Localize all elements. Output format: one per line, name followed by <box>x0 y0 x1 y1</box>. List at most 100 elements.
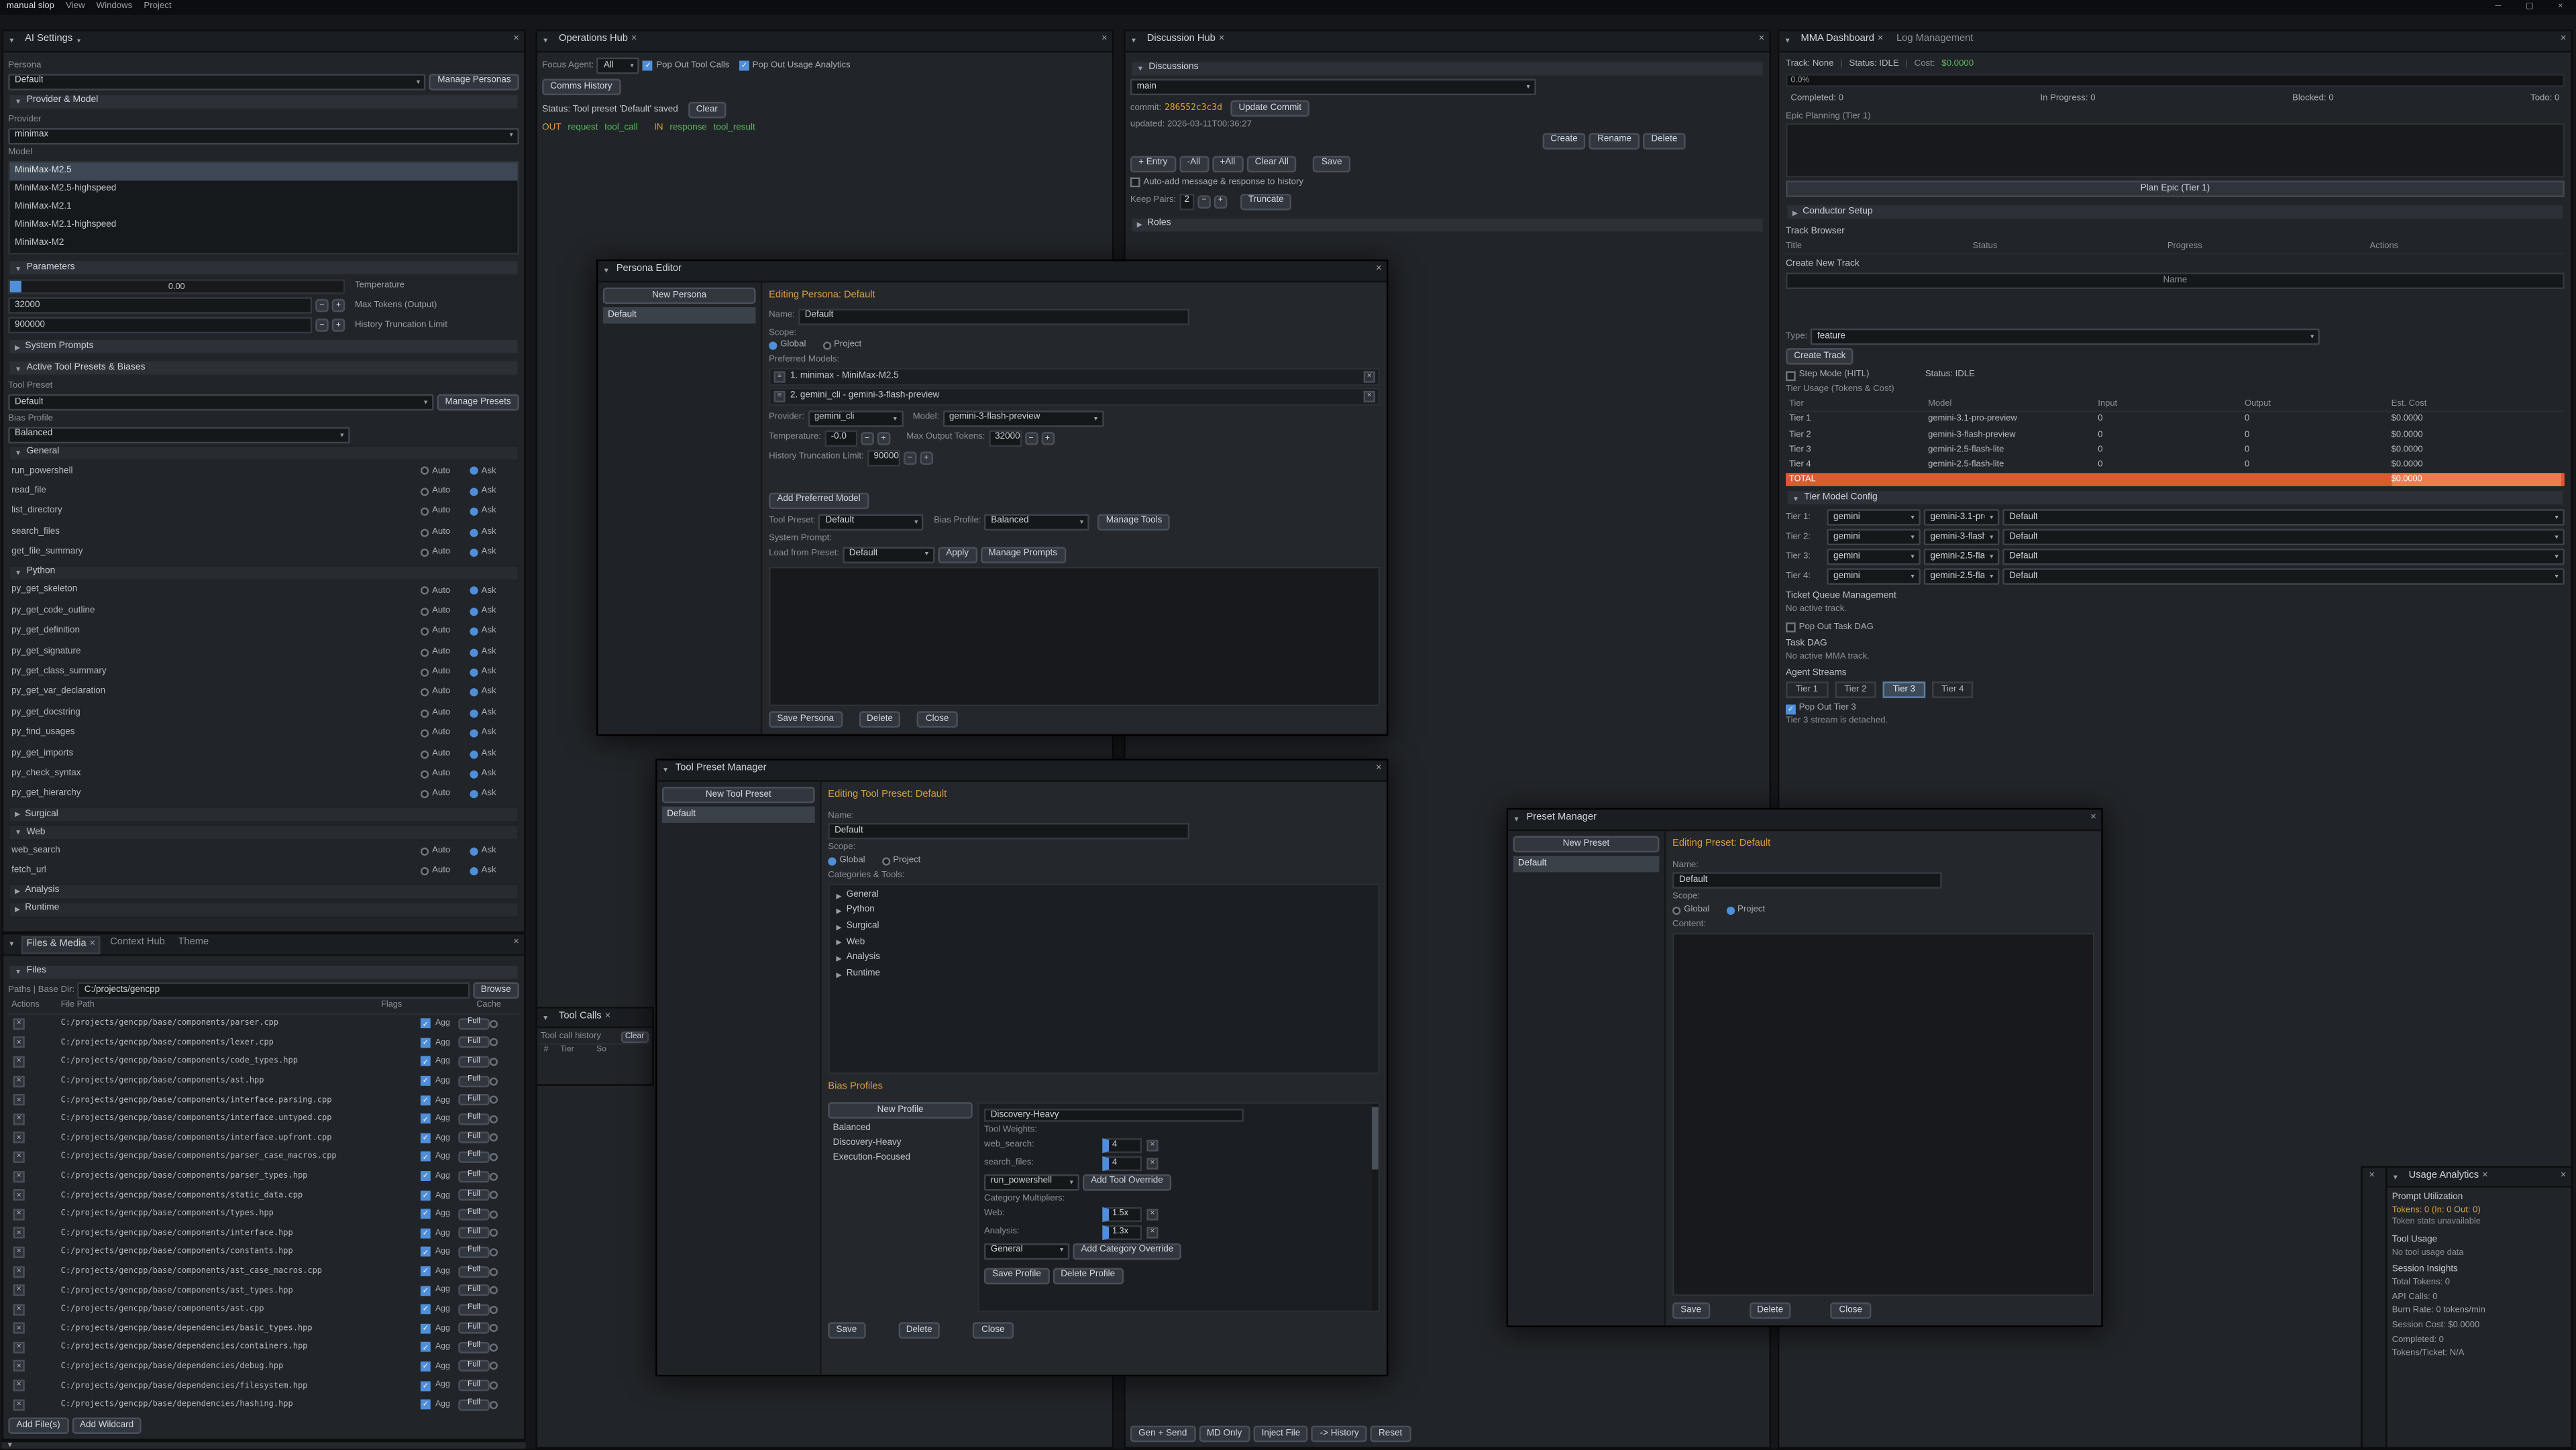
scrollbar-thumb[interactable] <box>1372 1107 1379 1170</box>
agg-checkbox[interactable]: ✓ <box>421 1247 431 1258</box>
stream-tab-tier1[interactable]: Tier 1 <box>1786 682 1828 698</box>
agg-checkbox[interactable]: ✓ <box>421 1266 431 1276</box>
cache-indicator[interactable] <box>490 1286 498 1294</box>
agg-checkbox[interactable]: ✓ <box>421 1095 431 1105</box>
drag-handle-icon[interactable]: ≡ <box>773 390 785 402</box>
delete-discussion-button[interactable]: Delete <box>1643 133 1685 149</box>
decrement-button[interactable]: − <box>861 431 874 445</box>
full-button[interactable]: Full <box>458 1380 490 1391</box>
plan-epic-button[interactable]: Plan Epic (Tier 1) <box>1786 181 2565 197</box>
preset-list-item[interactable]: Default <box>1513 856 1660 872</box>
close-button[interactable]: Close <box>1831 1302 1870 1319</box>
scope-global-radio[interactable] <box>769 342 777 350</box>
save-profile-button[interactable]: Save Profile <box>984 1267 1049 1283</box>
collapse-icon[interactable]: ▼ <box>542 1013 549 1022</box>
agg-checkbox[interactable]: ✓ <box>421 1038 431 1048</box>
discussion-action-button[interactable]: Gen + Send <box>1130 1426 1195 1442</box>
remove-file-button[interactable]: × <box>13 1113 25 1125</box>
tool-ask-radio[interactable] <box>470 689 478 697</box>
remove-file-button[interactable]: × <box>13 1361 25 1372</box>
close-tab-icon[interactable]: × <box>631 35 637 47</box>
manage-prompts-button[interactable]: Manage Prompts <box>980 546 1065 562</box>
minimize-icon[interactable]: ─ <box>2489 2 2508 12</box>
weight-value-input[interactable]: 4 <box>1102 1156 1142 1170</box>
tool-auto-radio[interactable] <box>421 750 429 758</box>
full-button[interactable]: Full <box>458 1094 490 1105</box>
tool-preset-select[interactable]: Default▼ <box>8 394 433 410</box>
category-python[interactable]: ▼Python <box>8 565 519 581</box>
full-button[interactable]: Full <box>458 1075 490 1086</box>
tier-preset-select[interactable]: Default▼ <box>2002 549 2565 565</box>
add-entry-button[interactable]: + Entry <box>1130 156 1176 172</box>
multiplier-value-input[interactable]: 1.5x <box>1102 1207 1142 1221</box>
keep-pairs-input[interactable]: 2 <box>1179 193 1194 209</box>
category-web[interactable]: ▼Web <box>8 824 519 840</box>
increment-button[interactable]: + <box>920 451 933 465</box>
system-prompt-textarea[interactable] <box>769 566 1380 706</box>
collapse-icon[interactable]: ▼ <box>8 940 15 949</box>
persona-list-item[interactable]: Default <box>603 307 756 323</box>
cache-indicator[interactable] <box>490 1039 498 1047</box>
cache-indicator[interactable] <box>490 1019 498 1027</box>
scope-project-radio[interactable] <box>881 857 890 865</box>
model-select[interactable]: gemini-3-flash-preview▼ <box>943 410 1104 427</box>
modal-titlebar[interactable]: ▼ Tool Preset Manager × <box>657 761 1387 782</box>
remove-file-button[interactable]: × <box>13 1037 25 1048</box>
agg-checkbox[interactable]: ✓ <box>421 1343 431 1353</box>
close-panel-icon[interactable]: × <box>1759 35 1765 47</box>
epic-planning-textarea[interactable] <box>1786 123 2565 178</box>
cache-indicator[interactable] <box>490 1134 498 1142</box>
tool-auto-radio[interactable] <box>421 488 429 496</box>
tool-ask-radio[interactable] <box>470 587 478 595</box>
create-discussion-button[interactable]: Create <box>1542 133 1586 149</box>
category-general[interactable]: ▼General <box>8 445 519 461</box>
close-tab-icon[interactable]: × <box>1219 35 1225 47</box>
cache-indicator[interactable] <box>490 1058 498 1066</box>
tool-auto-radio[interactable] <box>421 791 429 799</box>
tab-usage-analytics[interactable]: Usage Analytics× <box>2406 1171 2491 1183</box>
category-item[interactable]: ▶ Web <box>833 935 1375 950</box>
preset-name-input[interactable]: Default <box>1672 873 1942 889</box>
tool-ask-radio[interactable] <box>470 730 478 738</box>
add-preferred-model-button[interactable]: Add Preferred Model <box>769 492 869 508</box>
provider-select[interactable]: gemini_cli▼ <box>808 410 903 427</box>
tool-ask-radio[interactable] <box>470 628 478 636</box>
cache-indicator[interactable] <box>490 1400 498 1408</box>
temperature-slider[interactable]: 0.00 <box>8 280 345 294</box>
save-preset-button[interactable]: Save <box>828 1322 865 1338</box>
tool-ask-radio[interactable] <box>470 867 478 875</box>
decrement-button[interactable]: − <box>315 319 329 333</box>
tool-ask-radio[interactable] <box>470 669 478 677</box>
tier-model-select[interactable]: gemini-3-flash-preview▼ <box>1924 529 2000 545</box>
tool-ask-radio[interactable] <box>470 467 478 476</box>
add-category-override-button[interactable]: Add Category Override <box>1073 1243 1181 1259</box>
tab-theme[interactable]: Theme <box>175 938 213 950</box>
new-tool-preset-button[interactable]: New Tool Preset <box>662 787 815 803</box>
agg-checkbox[interactable]: ✓ <box>421 1400 431 1410</box>
maximize-icon[interactable]: ▢ <box>2519 2 2540 12</box>
cache-indicator[interactable] <box>490 1382 498 1390</box>
agg-checkbox[interactable]: ✓ <box>421 1171 431 1181</box>
agg-checkbox[interactable]: ✓ <box>421 1304 431 1315</box>
collapse-icon[interactable]: ▼ <box>1784 37 1791 46</box>
full-button[interactable]: Full <box>458 1056 490 1068</box>
decrement-button[interactable]: − <box>904 451 917 465</box>
full-button[interactable]: Full <box>458 1284 490 1296</box>
full-button[interactable]: Full <box>458 1113 490 1125</box>
category-item[interactable]: ▶ Python <box>833 903 1375 919</box>
category-item[interactable]: ▶ Surgical <box>833 919 1375 935</box>
track-name-input[interactable] <box>1786 273 2565 289</box>
delete-preset-button[interactable]: Delete <box>1749 1302 1791 1319</box>
close-window-icon[interactable]: × <box>2551 2 2569 12</box>
preset-list-item[interactable]: Default <box>662 806 815 822</box>
agg-checkbox[interactable]: ✓ <box>421 1076 431 1086</box>
tier-provider-select[interactable]: gemini▼ <box>1827 569 1921 585</box>
focus-agent-select[interactable]: All▼ <box>597 58 640 74</box>
new-preset-button[interactable]: New Preset <box>1513 836 1660 852</box>
tab-log-management[interactable]: Log Management <box>1893 35 1976 47</box>
category-analysis[interactable]: ▶Analysis <box>8 883 519 899</box>
save-preset-button[interactable]: Save <box>1672 1302 1709 1319</box>
close-modal-icon[interactable]: × <box>1376 764 1382 776</box>
full-button[interactable]: Full <box>458 1209 490 1220</box>
collapse-all-button[interactable]: -All <box>1179 156 1208 172</box>
